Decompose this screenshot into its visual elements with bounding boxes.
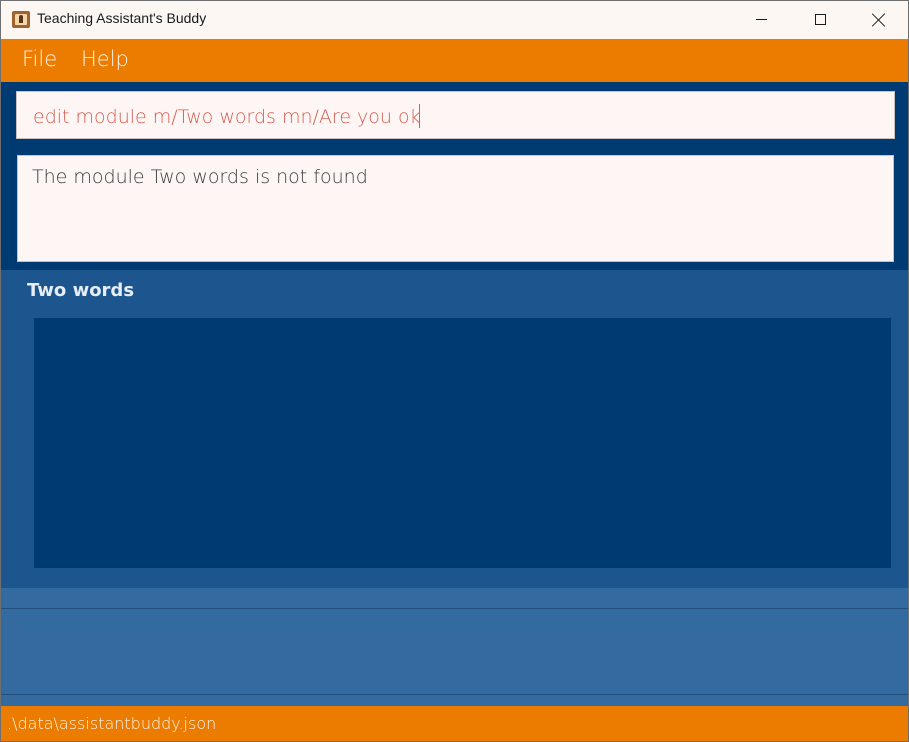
maximize-button[interactable]	[791, 1, 849, 39]
secondary-panel	[1, 609, 908, 695]
menu-file[interactable]: File	[22, 47, 57, 71]
maximize-icon	[815, 14, 826, 25]
result-display[interactable]: The module Two words is not found	[17, 155, 894, 262]
window-title: Teaching Assistant's Buddy	[37, 10, 207, 26]
module-panel: Two words	[1, 270, 908, 588]
menu-bar: File Help	[1, 39, 908, 82]
menu-help[interactable]: Help	[81, 47, 129, 71]
app-window: Teaching Assistant's Buddy File Help edi…	[0, 0, 909, 742]
panel-divider	[1, 588, 908, 609]
save-location: .\data\assistantbuddy.json	[7, 714, 217, 733]
status-bar: .\data\assistantbuddy.json	[1, 706, 908, 741]
text-caret	[418, 104, 420, 128]
result-message: The module Two words is not found	[32, 166, 368, 188]
close-icon	[872, 13, 886, 27]
command-input[interactable]: edit module m/Two words mn/Are you ok	[16, 91, 895, 139]
module-title: Two words	[27, 280, 135, 301]
module-list[interactable]	[34, 318, 891, 568]
title-bar[interactable]: Teaching Assistant's Buddy	[1, 1, 908, 39]
command-input-text: edit module m/Two words mn/Are you ok	[33, 106, 421, 128]
command-area: edit module m/Two words mn/Are you ok Th…	[1, 82, 908, 270]
minimize-icon	[756, 19, 767, 20]
close-button[interactable]	[849, 1, 907, 39]
app-icon	[12, 11, 30, 28]
minimize-button[interactable]	[733, 1, 791, 39]
panel-spacer	[1, 695, 908, 706]
